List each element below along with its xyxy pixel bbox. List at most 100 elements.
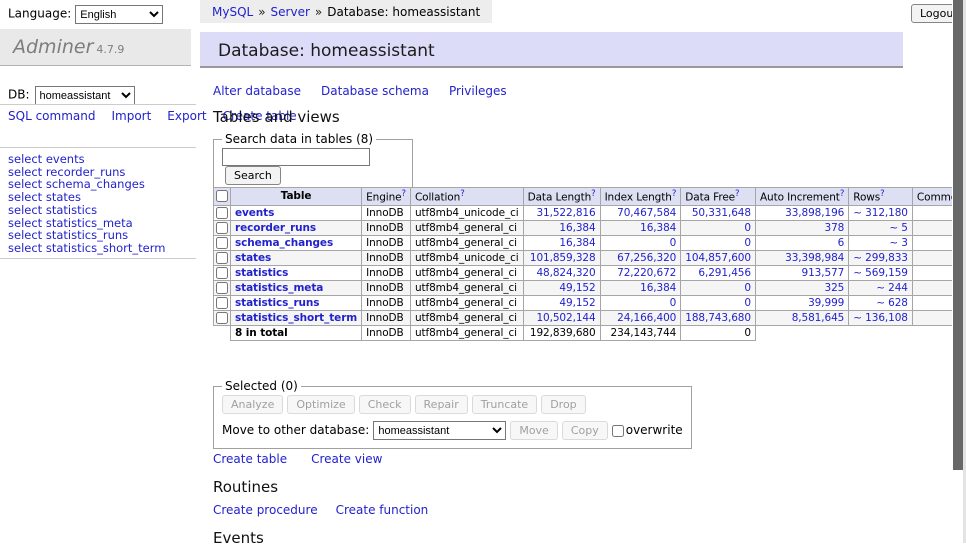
total-data-length-cell: 192,839,680	[523, 325, 600, 340]
rows-link-schema-changes[interactable]: ~ 3	[889, 237, 908, 249]
index-length-cell: 0	[600, 295, 681, 310]
app-title: Adminer4.7.9	[0, 29, 191, 66]
rows-cell: ~ 3	[849, 235, 913, 250]
table-link-states[interactable]: states	[235, 252, 271, 264]
data-length-cell: 10,502,144	[523, 310, 600, 325]
table-name-cell: recorder_runs	[231, 220, 362, 235]
rows-link-statistics-meta[interactable]: ~ 244	[876, 282, 908, 294]
column-help-link[interactable]: ?	[880, 189, 884, 199]
breadcrumb-link-server[interactable]: Server	[271, 5, 310, 19]
engine-cell: InnoDB	[362, 205, 411, 220]
row-checkbox[interactable]	[216, 222, 228, 234]
sidebar-divider	[0, 147, 196, 148]
table-link-schema-changes[interactable]: schema_changes	[235, 237, 333, 249]
total-collation-cell: utf8mb4_general_ci	[410, 325, 523, 340]
link-create-view[interactable]: Create view	[311, 452, 382, 466]
sidebar-link-import[interactable]: Import	[111, 109, 151, 123]
table-link-statistics-meta[interactable]: statistics_meta	[235, 282, 323, 294]
engine-cell: InnoDB	[362, 310, 411, 325]
rows-link-events[interactable]: ~ 312,180	[853, 207, 908, 219]
table-link-statistics-runs[interactable]: statistics_runs	[235, 297, 319, 309]
row-checkbox[interactable]	[216, 207, 228, 219]
move-database-select[interactable]: homeassistant	[373, 421, 506, 440]
rows-link-statistics[interactable]: ~ 569,159	[853, 267, 908, 279]
link-alter-database[interactable]: Alter database	[213, 84, 301, 98]
scrollbar-thumb[interactable]	[953, 0, 963, 470]
auto-increment-cell: 33,398,984	[755, 250, 848, 265]
tables-views-heading: Tables and views	[213, 108, 340, 126]
rows-cell: ~ 628	[849, 295, 913, 310]
row-checkbox[interactable]	[216, 237, 228, 249]
table-name-cell: statistics_meta	[231, 280, 362, 295]
total-data-free-cell: 0	[681, 325, 756, 340]
sidebar-select-link-statistics-short-term[interactable]: select	[8, 241, 42, 255]
sidebar-link-sql-command[interactable]: SQL command	[8, 109, 95, 123]
table-link-events[interactable]: events	[235, 207, 274, 219]
row-checkbox-cell	[214, 205, 231, 220]
copy-button[interactable]: Copy	[562, 421, 608, 440]
select-all-checkbox[interactable]	[216, 190, 228, 202]
column-header-index-length: Index Length?	[600, 188, 681, 206]
link-create-procedure[interactable]: Create procedure	[213, 503, 318, 517]
table-row: recorder_runsInnoDButf8mb4_general_ci16,…	[214, 220, 966, 235]
table-footer: 8 in totalInnoDButf8mb4_general_ci192,83…	[214, 325, 966, 340]
drop-button[interactable]: Drop	[541, 395, 585, 414]
column-header-collation: Collation?	[410, 188, 523, 206]
db-select[interactable]: homeassistant	[35, 86, 135, 105]
sidebar-table-link-statistics-short-term[interactable]: statistics_short_term	[46, 241, 166, 255]
language-select[interactable]: English	[75, 5, 163, 24]
table-link-statistics[interactable]: statistics	[235, 267, 288, 279]
rows-link-recorder-runs[interactable]: ~ 5	[889, 222, 908, 234]
row-checkbox[interactable]	[216, 267, 228, 279]
column-help-link[interactable]: ?	[460, 189, 464, 199]
rows-cell: ~ 312,180	[849, 205, 913, 220]
move-label: Move to other database:	[222, 423, 369, 437]
check-button[interactable]: Check	[359, 395, 411, 414]
link-privileges[interactable]: Privileges	[449, 84, 507, 98]
column-help-link[interactable]: ?	[735, 189, 739, 199]
breadcrumb-link-mysql[interactable]: MySQL	[212, 5, 253, 19]
breadcrumb-separator: »	[258, 5, 265, 19]
data-length-cell: 49,152	[523, 295, 600, 310]
row-checkbox-cell	[214, 250, 231, 265]
search-input[interactable]	[222, 148, 370, 166]
table-header: TableEngine?Collation?Data Length?Index …	[214, 188, 966, 206]
overwrite-checkbox[interactable]	[612, 425, 624, 437]
sidebar-table-item: select statistics_short_term	[8, 242, 165, 255]
rows-link-statistics-short-term[interactable]: ~ 136,108	[853, 312, 908, 324]
table-link-recorder-runs[interactable]: recorder_runs	[235, 222, 316, 234]
sidebar-link-export[interactable]: Export	[167, 109, 206, 123]
column-header-data-length: Data Length?	[523, 188, 600, 206]
column-help-link[interactable]: ?	[591, 189, 595, 199]
column-help-link[interactable]: ?	[840, 189, 844, 199]
total-index-length-cell: 234,143,744	[600, 325, 681, 340]
link-create-table[interactable]: Create table	[213, 452, 287, 466]
rows-link-states[interactable]: ~ 299,833	[853, 252, 908, 264]
row-checkbox[interactable]	[216, 282, 228, 294]
move-button[interactable]: Move	[510, 421, 558, 440]
sidebar-links: SQL commandImportExportCreate table	[8, 109, 190, 123]
rows-link-statistics-runs[interactable]: ~ 628	[876, 297, 908, 309]
column-help-link[interactable]: ?	[672, 189, 676, 199]
collation-cell: utf8mb4_general_ci	[410, 310, 523, 325]
column-help-link[interactable]: ?	[402, 189, 406, 199]
engine-cell: InnoDB	[362, 250, 411, 265]
row-checkbox[interactable]	[216, 252, 228, 264]
row-checkbox[interactable]	[216, 312, 228, 324]
column-header-rows: Rows?	[849, 188, 913, 206]
table-link-statistics-short-term[interactable]: statistics_short_term	[235, 312, 357, 324]
engine-cell: InnoDB	[362, 235, 411, 250]
auto-increment-cell: 913,577	[755, 265, 848, 280]
row-checkbox[interactable]	[216, 297, 228, 309]
link-create-function[interactable]: Create function	[336, 503, 429, 517]
analyze-button[interactable]: Analyze	[222, 395, 283, 414]
repair-button[interactable]: Repair	[415, 395, 468, 414]
db-selector-row: DB:homeassistant	[8, 86, 135, 105]
table-row: statesInnoDButf8mb4_unicode_ci101,859,32…	[214, 250, 966, 265]
overwrite-label[interactable]: overwrite	[626, 423, 683, 437]
table-row: statisticsInnoDButf8mb4_general_ci48,824…	[214, 265, 966, 280]
search-button[interactable]: Search	[225, 166, 281, 185]
truncate-button[interactable]: Truncate	[472, 395, 537, 414]
link-database-schema[interactable]: Database schema	[321, 84, 429, 98]
optimize-button[interactable]: Optimize	[287, 395, 354, 414]
